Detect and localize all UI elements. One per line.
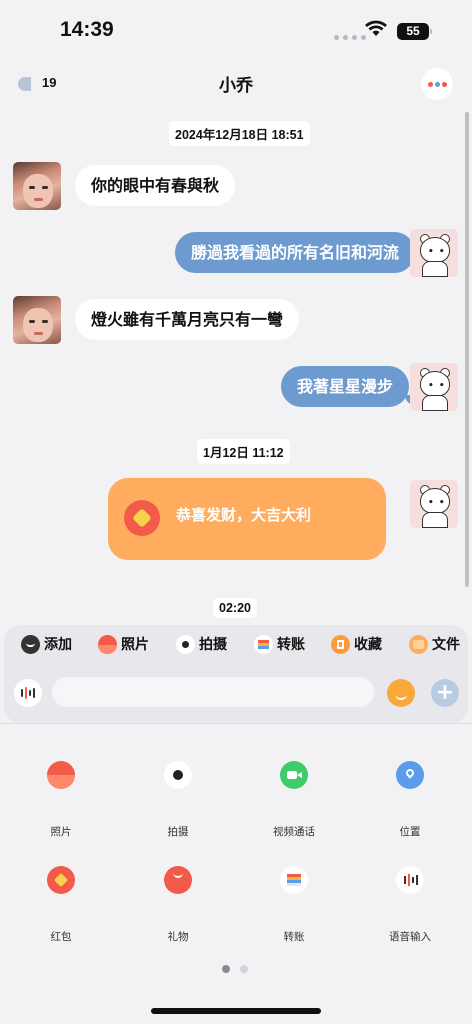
transfer-icon (280, 866, 308, 894)
more-item-label: 位置 (399, 826, 421, 838)
file-icon (409, 634, 428, 654)
more-item-label: 视频通话 (273, 826, 315, 838)
more-item-gift[interactable]: 礼物 (128, 866, 228, 944)
quick-action-label: 转账 (277, 637, 305, 653)
more-item-label: 转账 (283, 931, 305, 943)
photo-icon (47, 761, 75, 789)
emoji-icon[interactable] (387, 679, 415, 707)
quick-action-transfer[interactable]: 转账 (254, 634, 305, 654)
favorite-icon (331, 634, 350, 654)
more-item-label: 照片 (50, 826, 72, 838)
quick-action-label: 添加 (44, 637, 72, 653)
page-indicator[interactable] (222, 965, 248, 973)
chat-scrollbar[interactable] (465, 112, 469, 587)
my-avatar[interactable]: • • (410, 480, 458, 528)
video-call-icon (280, 761, 308, 789)
more-item-transfer[interactable]: 转账 (244, 866, 344, 944)
timestamp: 1月12日 11:12 (197, 439, 290, 464)
my-avatar[interactable]: • • (410, 363, 458, 411)
camera-icon (164, 761, 192, 789)
red-packet-icon (124, 500, 160, 536)
chat-title: 小乔 (219, 76, 253, 96)
red-packet-icon (47, 866, 75, 894)
red-packet-greeting: 恭喜发财，大吉大利 (176, 506, 312, 524)
message-input[interactable] (52, 677, 374, 707)
camera-icon (176, 634, 195, 654)
battery-icon: 55 (397, 23, 432, 40)
page-dot-active[interactable] (222, 965, 230, 973)
message-outgoing[interactable]: 勝過我看過的所有名旧和河流 (175, 232, 422, 273)
home-indicator[interactable] (151, 1008, 321, 1014)
more-item-label: 礼物 (167, 931, 189, 943)
timestamp: 2024年12月18日 18:51 (169, 121, 310, 146)
more-item-photo[interactable]: 照片 (11, 761, 111, 839)
contact-avatar[interactable] (13, 162, 61, 210)
gift-icon (164, 866, 192, 894)
more-options-icon[interactable] (421, 68, 453, 100)
more-item-voice-input[interactable]: 语音输入 (360, 866, 460, 944)
more-item-location[interactable]: 位置 (360, 761, 460, 839)
wifi-icon (365, 20, 387, 36)
timestamp: 02:20 (213, 598, 257, 618)
plus-icon[interactable]: + (431, 679, 459, 707)
status-bar: 14:39 55 (0, 0, 472, 58)
quick-action-bar: 添加 照片 拍摄 转账 收藏 文件 (4, 625, 468, 665)
location-icon (396, 761, 424, 789)
quick-action-favorite[interactable]: 收藏 (331, 634, 382, 654)
page-dot[interactable] (240, 965, 248, 973)
more-item-video-call[interactable]: 视频通话 (244, 761, 344, 839)
photo-icon (98, 634, 117, 654)
quick-action-label: 照片 (121, 637, 149, 653)
contact-avatar[interactable] (13, 296, 61, 344)
status-time: 14:39 (60, 18, 114, 41)
my-avatar[interactable]: • • (410, 229, 458, 277)
message-outgoing[interactable]: 我著星星漫步 (281, 366, 416, 407)
red-packet-message[interactable]: 恭喜发财，大吉大利 (108, 478, 386, 560)
quick-action-label: 文件 (432, 637, 460, 653)
transfer-icon (254, 634, 273, 654)
message-incoming[interactable]: 燈火雖有千萬月亮只有一彎 (75, 299, 300, 340)
input-panel: 添加 照片 拍摄 转账 收藏 文件 + (4, 625, 468, 723)
voice-input-icon (396, 866, 424, 894)
quick-action-camera[interactable]: 拍摄 (176, 634, 227, 654)
signal-icon (334, 35, 366, 40)
quick-action-label: 收藏 (354, 637, 382, 653)
more-item-label: 拍摄 (167, 826, 189, 838)
quick-action-label: 拍摄 (199, 637, 227, 653)
add-icon (21, 634, 40, 654)
quick-action-file[interactable]: 文件 (409, 634, 460, 654)
more-item-label: 语音输入 (389, 931, 431, 943)
more-item-red-packet[interactable]: 红包 (11, 866, 111, 944)
message-incoming[interactable]: 你的眼中有春與秋 (75, 165, 236, 206)
divider (0, 723, 472, 724)
more-item-label: 红包 (50, 931, 72, 943)
more-item-camera[interactable]: 拍摄 (128, 761, 228, 839)
chat-header: 19 小乔 (0, 58, 472, 108)
voice-icon[interactable] (14, 679, 42, 707)
quick-action-add[interactable]: 添加 (21, 634, 72, 654)
quick-action-photo[interactable]: 照片 (98, 634, 149, 654)
